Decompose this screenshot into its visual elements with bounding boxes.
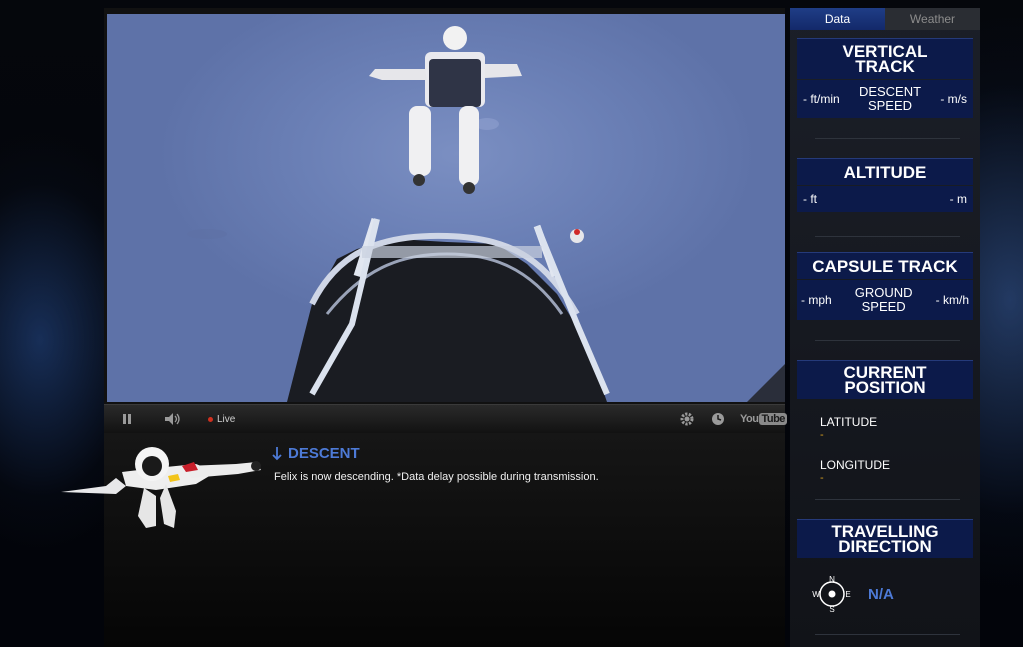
- descent-speed-row: - ft/min DESCENT SPEED - m/s: [797, 80, 973, 118]
- gear-icon: [680, 412, 694, 426]
- capsule-figure: [287, 217, 610, 402]
- tab-data[interactable]: Data: [790, 8, 885, 30]
- video-player[interactable]: [104, 8, 785, 404]
- settings-button[interactable]: [678, 410, 696, 428]
- vertical-track-title-line2: TRACK: [855, 57, 915, 76]
- descent-speed-label-line1: DESCENT: [858, 84, 922, 99]
- data-sidebar: Data Weather VERTICAL TRACK - ft/min DES…: [790, 8, 980, 647]
- tab-weather[interactable]: Weather: [885, 8, 980, 30]
- ground-speed-label-line1: GROUND: [854, 285, 913, 300]
- descent-speed-ms: - m/s: [940, 92, 967, 106]
- status-title: DESCENT: [288, 445, 360, 462]
- compass-icon: N S E W: [812, 575, 850, 614]
- status-message: Felix is now descending. *Data delay pos…: [274, 471, 599, 483]
- jumper-figure: [369, 26, 522, 194]
- divider: [815, 236, 960, 237]
- divider: [815, 138, 960, 139]
- capsule-track-title: CAPSULE TRACK: [797, 252, 973, 279]
- ground-speed-label: GROUND SPEED: [855, 286, 913, 314]
- jump-scene-image: [187, 26, 785, 402]
- youtube-logo-you: You: [740, 413, 759, 425]
- live-indicator: Live: [208, 410, 235, 428]
- altitude-ft: - ft: [803, 192, 817, 206]
- skydiver-illustration: [61, 447, 261, 528]
- live-label: Live: [217, 413, 236, 425]
- latitude-value: -: [820, 429, 824, 441]
- vertical-track-title: VERTICAL TRACK: [797, 38, 973, 79]
- ground-speed-mph: - mph: [801, 293, 832, 307]
- divider: [815, 340, 960, 341]
- travelling-direction-title-line2: DIRECTION: [838, 537, 932, 556]
- capsule-track-title-text: CAPSULE TRACK: [812, 256, 958, 276]
- divider: [815, 499, 960, 500]
- altitude-m: - m: [949, 192, 967, 206]
- arrow-down-icon: [272, 446, 282, 460]
- ground-speed-kmh: - km/h: [935, 293, 969, 307]
- live-dot-icon: [208, 416, 213, 422]
- descent-speed-label: DESCENT SPEED: [859, 85, 921, 113]
- clock-icon: [712, 413, 724, 425]
- compass-n: N: [829, 575, 835, 584]
- current-position-title-line2: POSITION: [844, 378, 926, 397]
- ground-speed-label-line2: SPEED: [861, 299, 906, 314]
- volume-button[interactable]: [162, 410, 184, 428]
- sidebar-tabs: Data Weather: [790, 8, 980, 30]
- descent-speed-ftmin: - ft/min: [803, 92, 840, 106]
- altitude-row: - ft - m: [797, 186, 973, 212]
- youtube-logo-button[interactable]: You Tube: [740, 410, 787, 428]
- watch-later-button[interactable]: [709, 410, 727, 428]
- compass-w: W: [812, 590, 820, 599]
- compass-e: E: [845, 590, 850, 599]
- descent-speed-label-line2: SPEED: [867, 98, 913, 113]
- latitude-label: LATITUDE: [820, 415, 878, 429]
- youtube-logo-tube: Tube: [759, 413, 787, 425]
- compass-s: S: [829, 605, 834, 614]
- current-position-title: CURRENT POSITION: [797, 360, 973, 399]
- video-control-bar: Live You Tube: [104, 404, 787, 433]
- pause-button[interactable]: [118, 410, 136, 428]
- direction-value: N/A: [868, 586, 894, 603]
- video-frame[interactable]: [107, 14, 785, 402]
- status-heading: DESCENT: [272, 445, 360, 462]
- divider: [815, 634, 960, 635]
- altitude-title-text: ALTITUDE: [843, 162, 927, 182]
- altitude-title: ALTITUDE: [797, 158, 973, 185]
- ground-speed-row: - mph GROUND SPEED - km/h: [797, 280, 973, 320]
- longitude-label: LONGITUDE: [820, 458, 891, 472]
- travelling-direction-title: TRAVELLING DIRECTION: [797, 519, 973, 558]
- longitude-value: -: [820, 472, 824, 484]
- pause-icon: [123, 414, 131, 424]
- speaker-icon: [165, 413, 180, 425]
